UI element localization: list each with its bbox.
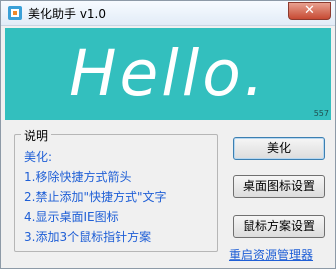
description-line: 2.禁止添加"快捷方式"文字 bbox=[24, 190, 167, 204]
build-number: 557 bbox=[313, 109, 329, 118]
hello-banner: Hello. 557 bbox=[5, 28, 331, 120]
restart-explorer-link[interactable]: 重启资源管理器 bbox=[229, 246, 313, 263]
description-line: 美化: bbox=[24, 150, 53, 164]
app-icon bbox=[8, 6, 22, 20]
close-icon: ✕ bbox=[304, 3, 315, 18]
description-group: 说明 美化: 1.移除快捷方式箭头 2.禁止添加"快捷方式"文字 4.显示桌面I… bbox=[14, 127, 218, 252]
description-line: 1.移除快捷方式箭头 bbox=[24, 170, 132, 184]
beautify-button[interactable]: 美化 bbox=[233, 137, 325, 160]
desktop-icons-button[interactable]: 桌面图标设置 bbox=[233, 175, 325, 198]
window-title: 美化助手 v1.0 bbox=[28, 7, 107, 21]
description-line: 3.添加3个鼠标指针方案 bbox=[24, 230, 152, 244]
title-bar: 美化助手 v1.0 ✕ bbox=[1, 1, 335, 26]
cursor-scheme-button[interactable]: 鼠标方案设置 bbox=[233, 215, 325, 238]
banner-text: Hello. bbox=[69, 37, 267, 110]
description-line: 4.显示桌面IE图标 bbox=[24, 210, 119, 224]
close-button[interactable]: ✕ bbox=[288, 2, 331, 20]
description-title: 说明 bbox=[21, 127, 52, 144]
app-window: 美化助手 v1.0 ✕ Hello. 557 说明 美化: 1.移除快捷方式箭头… bbox=[0, 0, 336, 269]
